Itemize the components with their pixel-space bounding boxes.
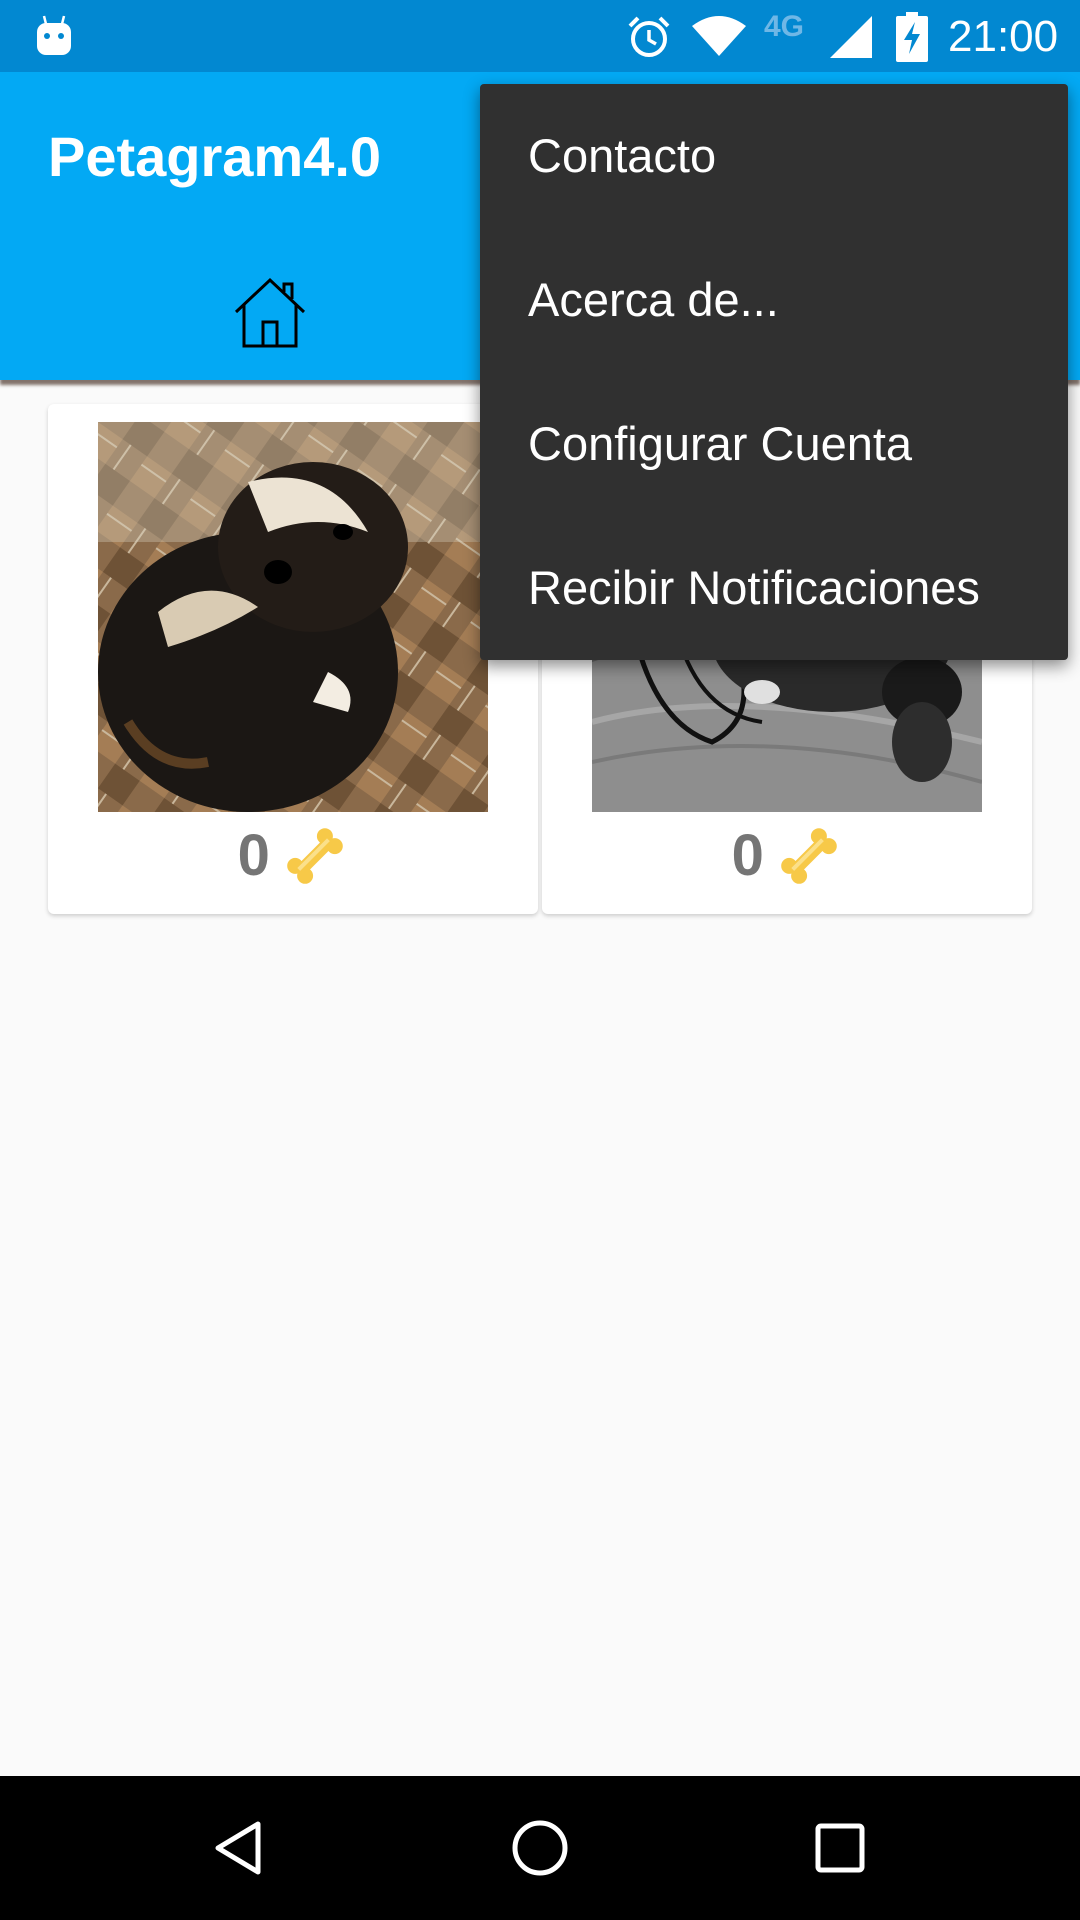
bone-icon[interactable] — [282, 823, 348, 889]
overflow-menu: Contacto Acerca de... Configurar Cuenta … — [480, 84, 1068, 660]
wifi-icon — [692, 16, 746, 56]
status-bar: 4G 21:00 — [0, 0, 1080, 72]
recents-icon — [815, 1823, 865, 1873]
back-button[interactable] — [150, 1776, 330, 1920]
network-type-label: 4G — [764, 10, 805, 43]
app-title: Petagram4.0 — [48, 125, 382, 188]
menu-item-recibir-notificaciones[interactable]: Recibir Notificaciones — [480, 516, 1068, 660]
pet-photo[interactable] — [98, 422, 488, 812]
home-circle-icon — [512, 1820, 568, 1876]
system-nav-bar — [0, 1776, 1080, 1920]
menu-item-label: Configurar Cuenta — [528, 417, 913, 470]
menu-item-label: Acerca de... — [528, 273, 779, 326]
signal-icon — [830, 16, 872, 58]
bone-icon[interactable] — [776, 823, 842, 889]
menu-item-acerca-de[interactable]: Acerca de... — [480, 228, 1068, 372]
likes-row: 0 — [48, 822, 538, 902]
menu-item-configurar-cuenta[interactable]: Configurar Cuenta — [480, 372, 1068, 516]
likes-count: 0 — [731, 823, 764, 888]
tab-home[interactable] — [0, 252, 540, 380]
menu-item-contacto[interactable]: Contacto — [480, 84, 1068, 228]
android-debug-icon — [37, 15, 71, 55]
pet-card[interactable]: 0 — [48, 404, 538, 914]
battery-charging-icon — [896, 12, 928, 62]
menu-item-label: Recibir Notificaciones — [528, 561, 980, 614]
alarm-icon — [628, 16, 670, 57]
home-button[interactable] — [450, 1776, 630, 1920]
back-icon — [215, 1821, 261, 1875]
clock: 21:00 — [948, 12, 1059, 61]
menu-item-label: Contacto — [528, 129, 717, 182]
recents-button[interactable] — [750, 1776, 930, 1920]
home-icon — [234, 277, 306, 348]
likes-row: 0 — [542, 822, 1032, 902]
likes-count: 0 — [237, 823, 270, 888]
